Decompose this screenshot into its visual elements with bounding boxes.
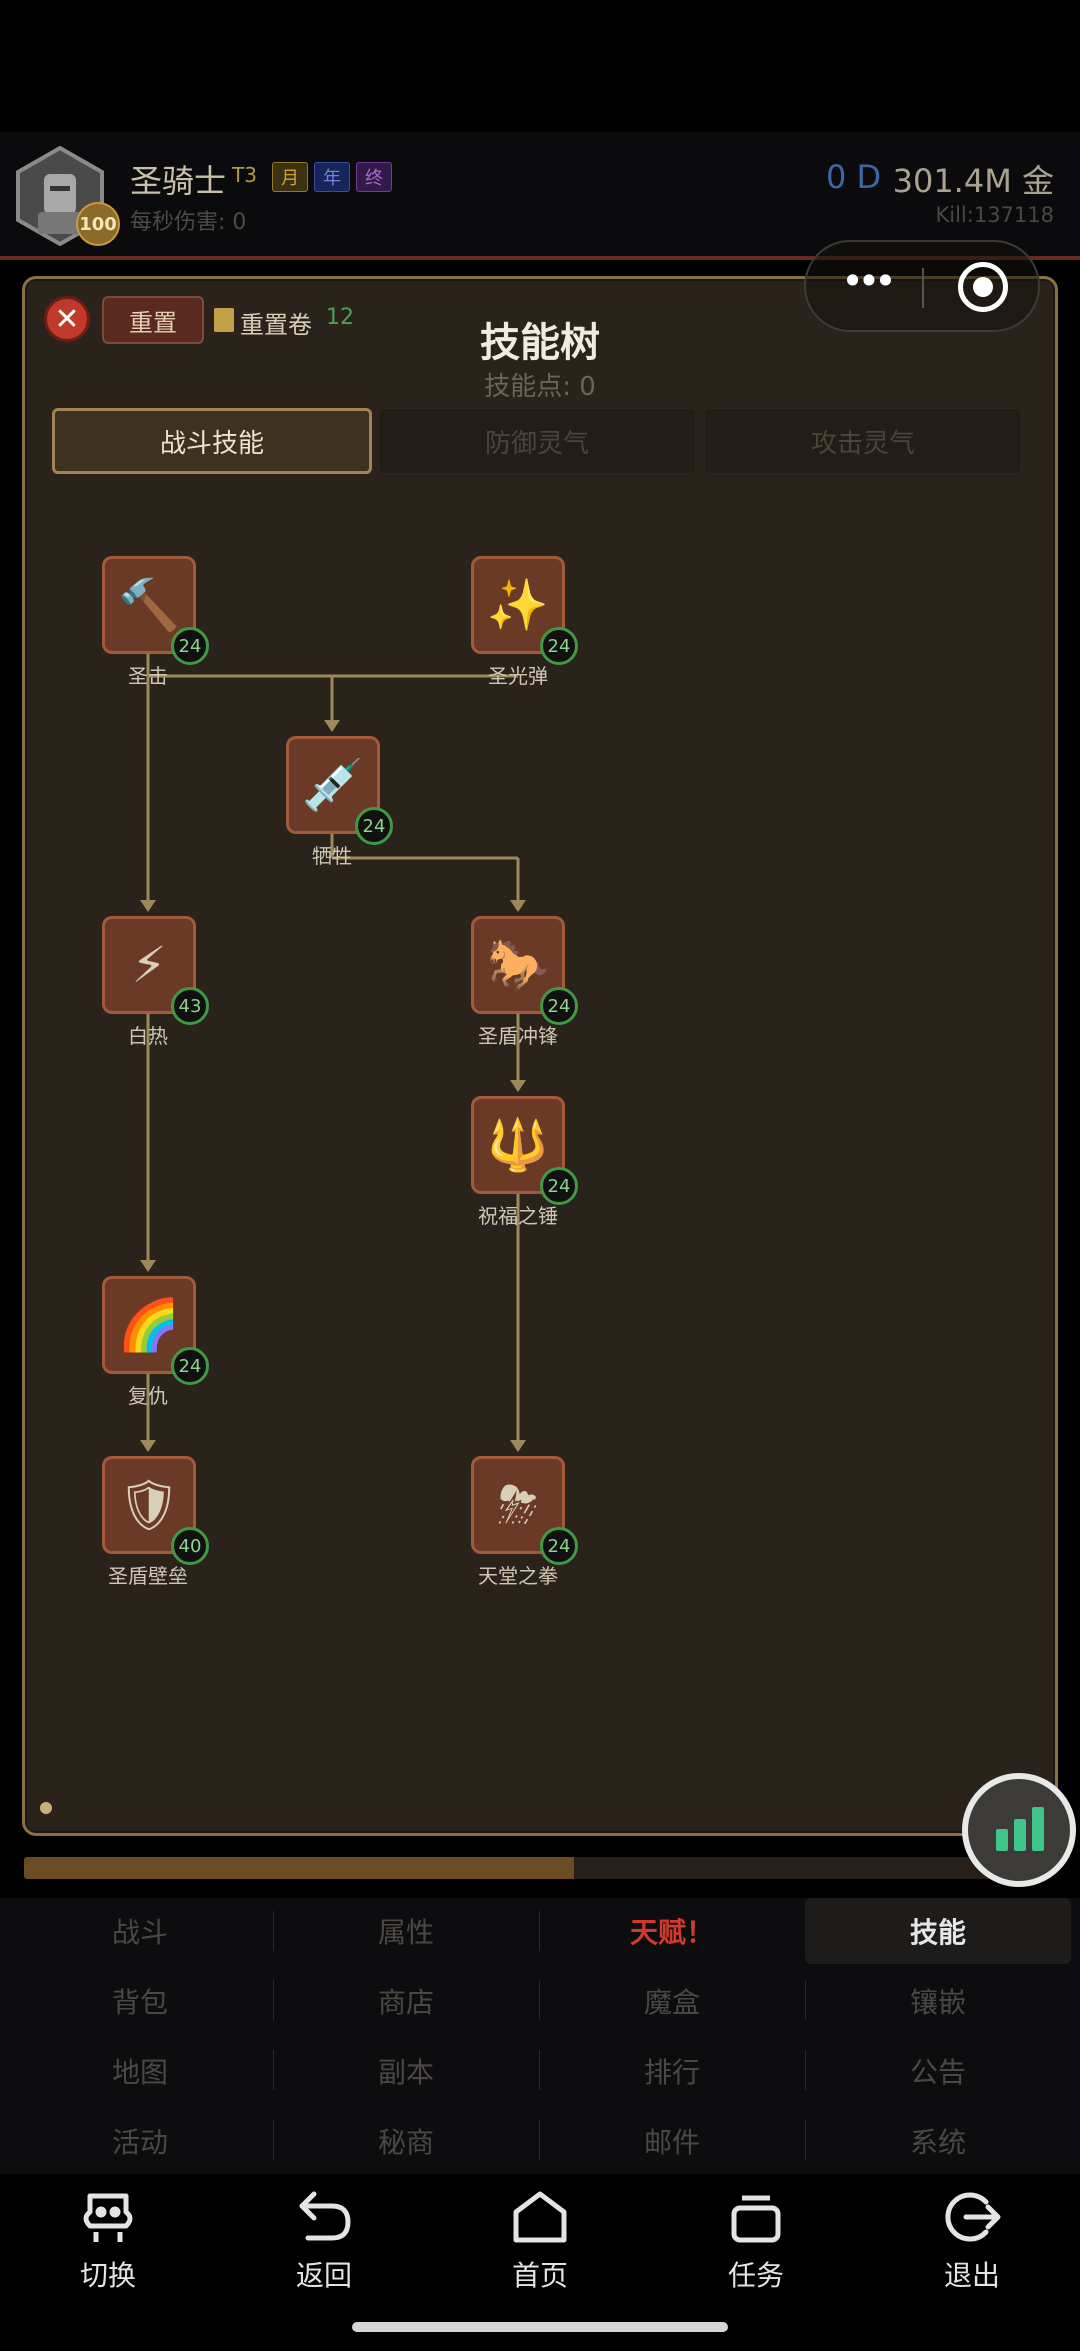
home-indicator[interactable]: [352, 2322, 728, 2332]
experience-bar-fill: [24, 1857, 574, 1879]
lifetime-card-badge[interactable]: 终: [356, 162, 392, 192]
menu-item-events[interactable]: 活动: [7, 2108, 273, 2174]
nav-exit[interactable]: 退出: [912, 2188, 1032, 2298]
menu-item-secret-merchant[interactable]: 秘商: [273, 2108, 539, 2174]
nav-label: 任务: [727, 2259, 784, 2292]
skill-node-blessed-hammer[interactable]: 🔱 24: [471, 1096, 578, 1205]
menu-item-attributes[interactable]: 属性: [273, 1898, 539, 1964]
nav-back[interactable]: 返回: [264, 2188, 384, 2298]
days-readout: 0 D: [826, 158, 882, 196]
switch-icon: [83, 2193, 133, 2242]
nav-home[interactable]: 首页: [480, 2188, 600, 2298]
skill-label: 白热: [128, 1024, 168, 1048]
skill-points: 技能点: 0: [484, 372, 596, 402]
tab-combat-skills[interactable]: 战斗技能: [52, 408, 372, 474]
tasks-icon: [731, 2195, 781, 2243]
skill-node-white-heat[interactable]: ⚡ 43: [102, 916, 209, 1025]
menu-item-mail[interactable]: 邮件: [539, 2108, 805, 2174]
sparkles-icon: ✨: [486, 576, 550, 634]
horse-icon: 🐎: [486, 936, 550, 994]
monthly-card-badge[interactable]: 月: [272, 162, 308, 192]
trident-icon: 🔱: [486, 1116, 550, 1174]
character-name: 圣骑士: [130, 162, 227, 200]
dps-readout: 每秒伤害: 0: [130, 210, 247, 235]
skill-label: 祝福之锤: [478, 1204, 558, 1228]
close-button[interactable]: ✕: [44, 296, 90, 342]
scroll-icon: [214, 308, 234, 332]
menu-item-system[interactable]: 系统: [805, 2108, 1071, 2174]
nav-tasks[interactable]: 任务: [696, 2188, 816, 2298]
shield-icon: 🛡: [117, 1476, 181, 1534]
reset-button[interactable]: 重置: [102, 296, 204, 344]
floating-stats-button[interactable]: [962, 1773, 1076, 1887]
skill-label: 圣盾壁垒: [108, 1564, 188, 1588]
miniprogram-capsule: •••: [804, 240, 1040, 332]
nav-label: 首页: [511, 2259, 568, 2292]
skill-node-shield-charge[interactable]: 🐎 24: [471, 916, 578, 1025]
menu-item-map[interactable]: 地图: [7, 2038, 273, 2104]
hammer-icon: 🔨: [117, 576, 181, 634]
more-options-icon[interactable]: •••: [834, 262, 898, 304]
experience-bar: [24, 1857, 1024, 1879]
menu-item-announcement[interactable]: 公告: [805, 2038, 1071, 2104]
exit-icon: [945, 2192, 1001, 2242]
skill-tree-panel: [22, 276, 1058, 1836]
skill-node-fist-of-heavens[interactable]: ⛈ 24: [471, 1456, 578, 1565]
panel-rivet: [40, 1802, 52, 1814]
skill-label: 牺牲: [312, 844, 352, 868]
gold-readout: 301.4M 金: [892, 162, 1054, 200]
yearly-card-badge[interactable]: 年: [314, 162, 350, 192]
nav-label: 返回: [295, 2259, 352, 2292]
lightning-icon: ⚡: [131, 936, 167, 994]
level-badge: 100: [76, 202, 120, 246]
menu-item-inventory[interactable]: 背包: [7, 1968, 273, 2034]
skill-label: 圣盾冲锋: [478, 1024, 558, 1048]
menu-item-talents[interactable]: 天赋！: [539, 1898, 805, 1964]
game-menu: 战斗 属性 天赋！ 技能 背包 商店 魔盒 镶嵌 地图 副本 排行 公告 活动 …: [0, 1898, 1080, 2174]
home-icon: [513, 2191, 567, 2243]
menu-item-ranking[interactable]: 排行: [539, 2038, 805, 2104]
skill-node-sacrifice[interactable]: 💉 24: [286, 736, 393, 845]
skill-node-holy-bolt[interactable]: ✨ 24: [471, 556, 578, 665]
back-icon: [299, 2191, 351, 2241]
nav-switch[interactable]: 切换: [48, 2188, 168, 2298]
nav-label: 退出: [943, 2259, 1000, 2292]
kill-count: Kill:137118: [935, 203, 1054, 227]
skill-label: 复仇: [128, 1384, 168, 1408]
tab-defense-aura[interactable]: 防御灵气: [378, 408, 696, 474]
tab-attack-aura[interactable]: 攻击灵气: [704, 408, 1022, 474]
close-icon: ✕: [54, 301, 80, 337]
rainbow-icon: 🌈: [117, 1296, 181, 1354]
menu-item-magic-box[interactable]: 魔盒: [539, 1968, 805, 2034]
menu-item-dungeon[interactable]: 副本: [273, 2038, 539, 2104]
storm-icon: ⛈: [498, 1476, 538, 1534]
page-title: 技能树: [480, 320, 600, 366]
close-miniprogram-icon[interactable]: [958, 262, 1008, 312]
skill-label: 圣击: [128, 664, 168, 688]
skill-node-shield-bulwark[interactable]: 🛡 40: [102, 1456, 209, 1565]
skill-node-holy-strike[interactable]: 🔨 24: [102, 556, 209, 665]
syringe-icon: 💉: [301, 756, 365, 814]
menu-item-skills[interactable]: 技能: [805, 1898, 1071, 1964]
skill-label: 圣光弹: [488, 664, 548, 688]
menu-item-battle[interactable]: 战斗: [7, 1898, 273, 1964]
nav-label: 切换: [79, 2259, 136, 2292]
skill-label: 天堂之拳: [478, 1564, 558, 1588]
reset-scroll-label: 重置卷: [240, 311, 312, 339]
menu-item-shop[interactable]: 商店: [273, 1968, 539, 2034]
skill-node-vengeance[interactable]: 🌈 24: [102, 1276, 209, 1385]
capsule-divider: [922, 268, 924, 308]
menu-item-socketing[interactable]: 镶嵌: [805, 1968, 1071, 2034]
tier-label: T3: [232, 163, 257, 187]
